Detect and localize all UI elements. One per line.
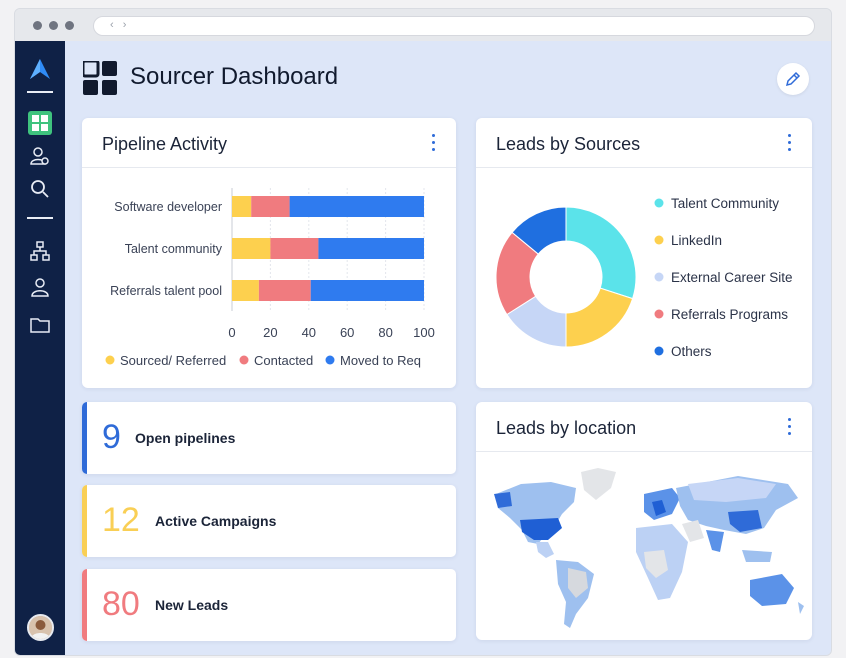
bar-segment — [258, 280, 311, 301]
bar-segment — [251, 196, 290, 217]
y-category-label: Talent community — [125, 242, 223, 256]
bar-segment — [232, 196, 252, 217]
folder-icon[interactable] — [28, 313, 52, 337]
y-category-label: Software developer — [114, 200, 222, 214]
user-settings-icon[interactable] — [28, 144, 52, 168]
stat-value: 9 — [102, 418, 121, 456]
browser-chrome: ‹ › — [15, 9, 831, 41]
stat-label: Open pipelines — [135, 430, 236, 446]
sidebar — [15, 41, 65, 655]
map-region-greenland[interactable] — [581, 468, 616, 500]
bar-segment — [318, 238, 424, 259]
legend-label: External Career Site — [671, 270, 793, 285]
map-region-new-zealand[interactable] — [798, 602, 804, 614]
address-bar[interactable]: ‹ › — [93, 16, 815, 36]
search-icon[interactable] — [28, 177, 52, 201]
stat-card-open-pipelines[interactable]: 9 Open pipelines — [82, 402, 456, 474]
legend-dot — [325, 355, 335, 365]
user-icon[interactable] — [28, 275, 52, 299]
stat-value: 80 — [102, 585, 140, 623]
org-chart-icon[interactable] — [28, 239, 52, 263]
leads-by-location-card: Leads by location — [476, 402, 812, 640]
x-tick-label: 40 — [302, 325, 316, 340]
legend-dot — [105, 355, 115, 365]
legend-dot — [654, 309, 664, 319]
bar-segment — [289, 196, 424, 217]
bar-segment — [270, 238, 319, 259]
map-region-mexico[interactable] — [536, 542, 554, 558]
legend-label: Contacted — [254, 353, 313, 368]
y-category-label: Referrals talent pool — [110, 284, 222, 298]
legend-label: Moved to Req — [340, 353, 421, 368]
bar-segment — [232, 280, 259, 301]
sources-donut-chart: Talent Community LinkedIn External Career … — [495, 196, 793, 359]
stat-value: 12 — [102, 501, 140, 539]
x-tick-label: 60 — [340, 325, 354, 340]
avatar[interactable] — [27, 614, 54, 641]
legend-dot — [654, 346, 664, 356]
bar-segment — [232, 238, 271, 259]
legend-dot — [239, 355, 249, 365]
stat-accent-bar — [82, 402, 87, 474]
leads-by-sources-card: Leads by Sources Talent Community LinkedI… — [476, 118, 812, 388]
stat-label: New Leads — [155, 597, 229, 613]
app-logo-icon[interactable] — [28, 57, 52, 81]
legend-label: Referrals Programs — [671, 307, 788, 322]
sidebar-divider — [27, 217, 53, 219]
pipeline-chart: 0 20 40 60 80 100 Software developer Talent com… — [105, 188, 435, 368]
stat-accent-bar — [82, 485, 87, 557]
x-tick-label: 80 — [378, 325, 392, 340]
donut-slice — [565, 206, 637, 300]
window-dot[interactable] — [49, 21, 58, 30]
bar-segment — [310, 280, 424, 301]
sidebar-divider — [27, 91, 53, 93]
x-tick-label: 0 — [228, 325, 235, 340]
stat-card-new-leads[interactable]: 80 New Leads — [82, 569, 456, 641]
dashboard-logo-icon — [83, 61, 117, 95]
window-dot[interactable] — [65, 21, 74, 30]
edit-button[interactable] — [777, 63, 809, 95]
legend-label: Others — [671, 344, 712, 359]
pipeline-activity-card: Pipeline Activity 0 20 40 60 80 100 Software d… — [82, 118, 456, 388]
legend-dot — [654, 235, 664, 245]
nav-arrows[interactable]: ‹ › — [110, 19, 129, 31]
stat-label: Active Campaigns — [155, 513, 277, 529]
legend-label: Talent Community — [671, 196, 779, 211]
donut-slice — [565, 287, 634, 348]
x-tick-label: 100 — [413, 325, 435, 340]
x-tick-label: 20 — [263, 325, 277, 340]
legend-label: LinkedIn — [671, 233, 722, 248]
legend-dot — [654, 198, 664, 208]
window-dot[interactable] — [33, 21, 42, 30]
world-map[interactable] — [476, 402, 812, 640]
map-region-australia[interactable] — [750, 574, 794, 606]
map-region-india[interactable] — [706, 530, 724, 552]
dashboard-icon[interactable] — [28, 111, 52, 135]
legend-label: Sourced/ Referred — [120, 353, 226, 368]
stat-card-active-campaigns[interactable]: 12 Active Campaigns — [82, 485, 456, 557]
stat-accent-bar — [82, 569, 87, 641]
map-region-alaska[interactable] — [494, 492, 512, 508]
legend-dot — [654, 272, 664, 282]
page-title: Sourcer Dashboard — [130, 63, 339, 90]
pencil-icon — [785, 71, 801, 87]
main-content: Sourcer Dashboard Pipeline Activity 0 20 4… — [65, 41, 831, 655]
map-region-southeast-asia[interactable] — [742, 550, 772, 562]
browser-window: ‹ › Sourcer Dashboard Pipeline Activity … — [14, 8, 832, 656]
